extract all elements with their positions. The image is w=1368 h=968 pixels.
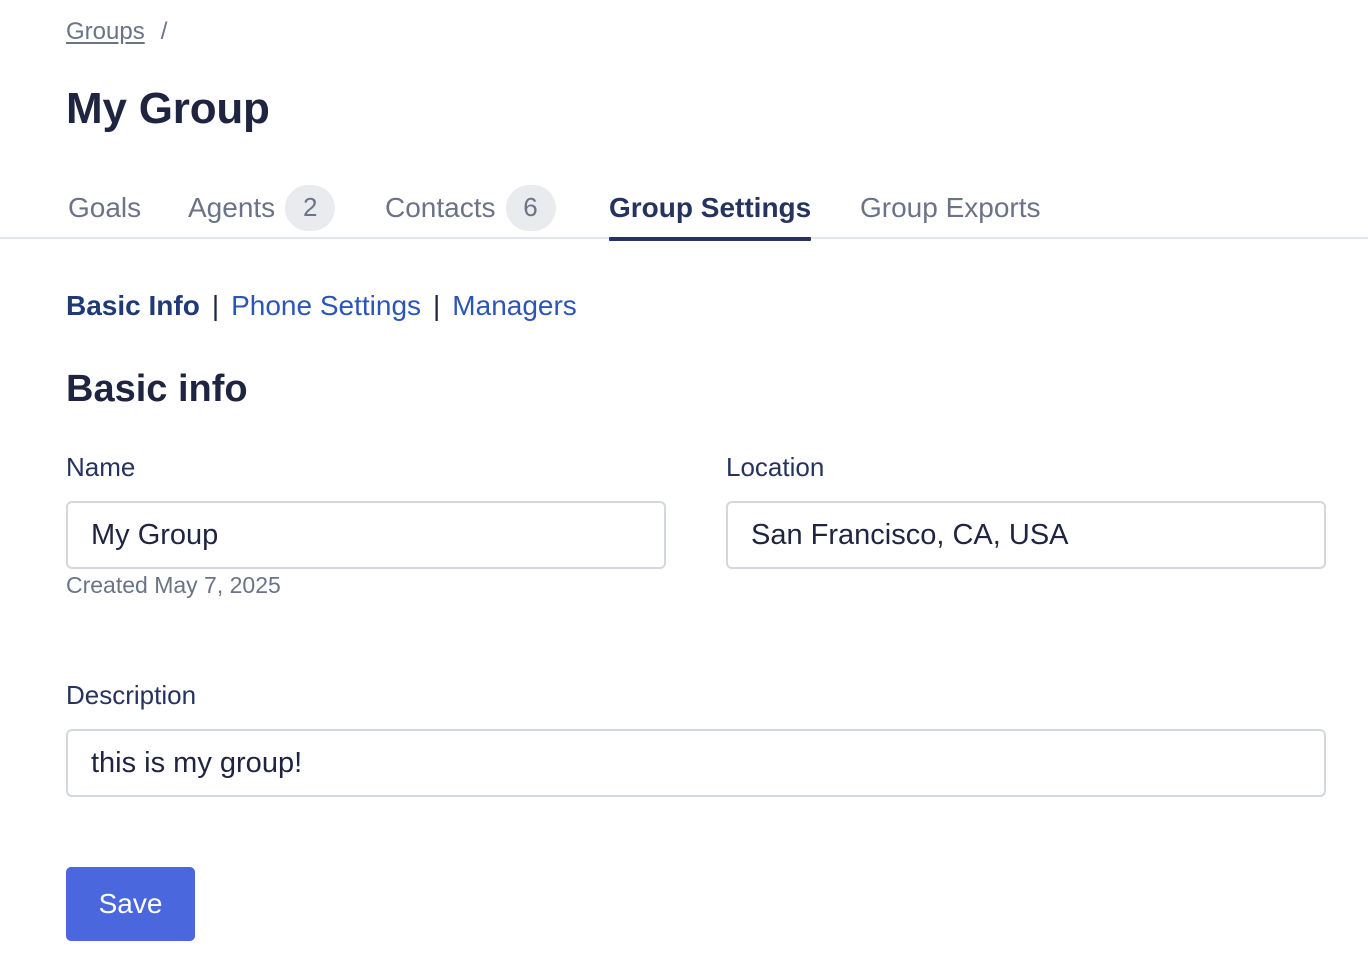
description-label: Description bbox=[66, 680, 197, 710]
subnav-separator: | bbox=[211, 290, 220, 321]
save-button[interactable]: Save bbox=[66, 867, 195, 941]
subnav-phone-settings[interactable]: Phone Settings bbox=[231, 290, 421, 322]
tab-label: Contacts bbox=[385, 191, 496, 223]
page-title: My Group bbox=[66, 84, 270, 133]
tab-agents[interactable]: Agents 2 bbox=[188, 176, 336, 239]
location-field[interactable]: San Francisco, CA, USA bbox=[726, 501, 1326, 569]
tab-group-exports[interactable]: Group Exports bbox=[860, 176, 1041, 239]
breadcrumb-link-groups[interactable]: Groups bbox=[66, 18, 145, 46]
tab-contacts[interactable]: Contacts 6 bbox=[385, 176, 556, 239]
tab-label: Group Exports bbox=[860, 191, 1041, 223]
group-settings-page: Groups / My Group Goals Agents 2 Contact… bbox=[0, 0, 1368, 968]
tab-group-settings[interactable]: Group Settings bbox=[609, 176, 812, 241]
location-label: Location bbox=[726, 452, 825, 482]
subnav-managers[interactable]: Managers bbox=[452, 290, 577, 322]
count-badge: 2 bbox=[285, 184, 336, 231]
description-field[interactable]: this is my group! bbox=[66, 729, 1326, 797]
count-badge: 6 bbox=[505, 184, 556, 231]
breadcrumb: Groups / bbox=[66, 18, 167, 46]
tab-label: Group Settings bbox=[609, 191, 812, 223]
settings-subnav: Basic Info | Phone Settings | Managers bbox=[66, 290, 577, 322]
tab-bar: Goals Agents 2 Contacts 6 Group Settings… bbox=[0, 176, 1368, 241]
created-date-hint: Created May 7, 2025 bbox=[66, 572, 281, 598]
tab-goals[interactable]: Goals bbox=[68, 176, 141, 239]
name-field[interactable]: My Group bbox=[66, 501, 666, 569]
name-label: Name bbox=[66, 452, 136, 482]
subnav-basic-info[interactable]: Basic Info bbox=[66, 290, 200, 322]
subnav-separator: | bbox=[433, 290, 441, 321]
section-title: Basic info bbox=[66, 368, 248, 410]
tab-label: Agents bbox=[188, 191, 276, 223]
breadcrumb-separator: / bbox=[160, 18, 168, 45]
tab-label: Goals bbox=[68, 191, 142, 223]
